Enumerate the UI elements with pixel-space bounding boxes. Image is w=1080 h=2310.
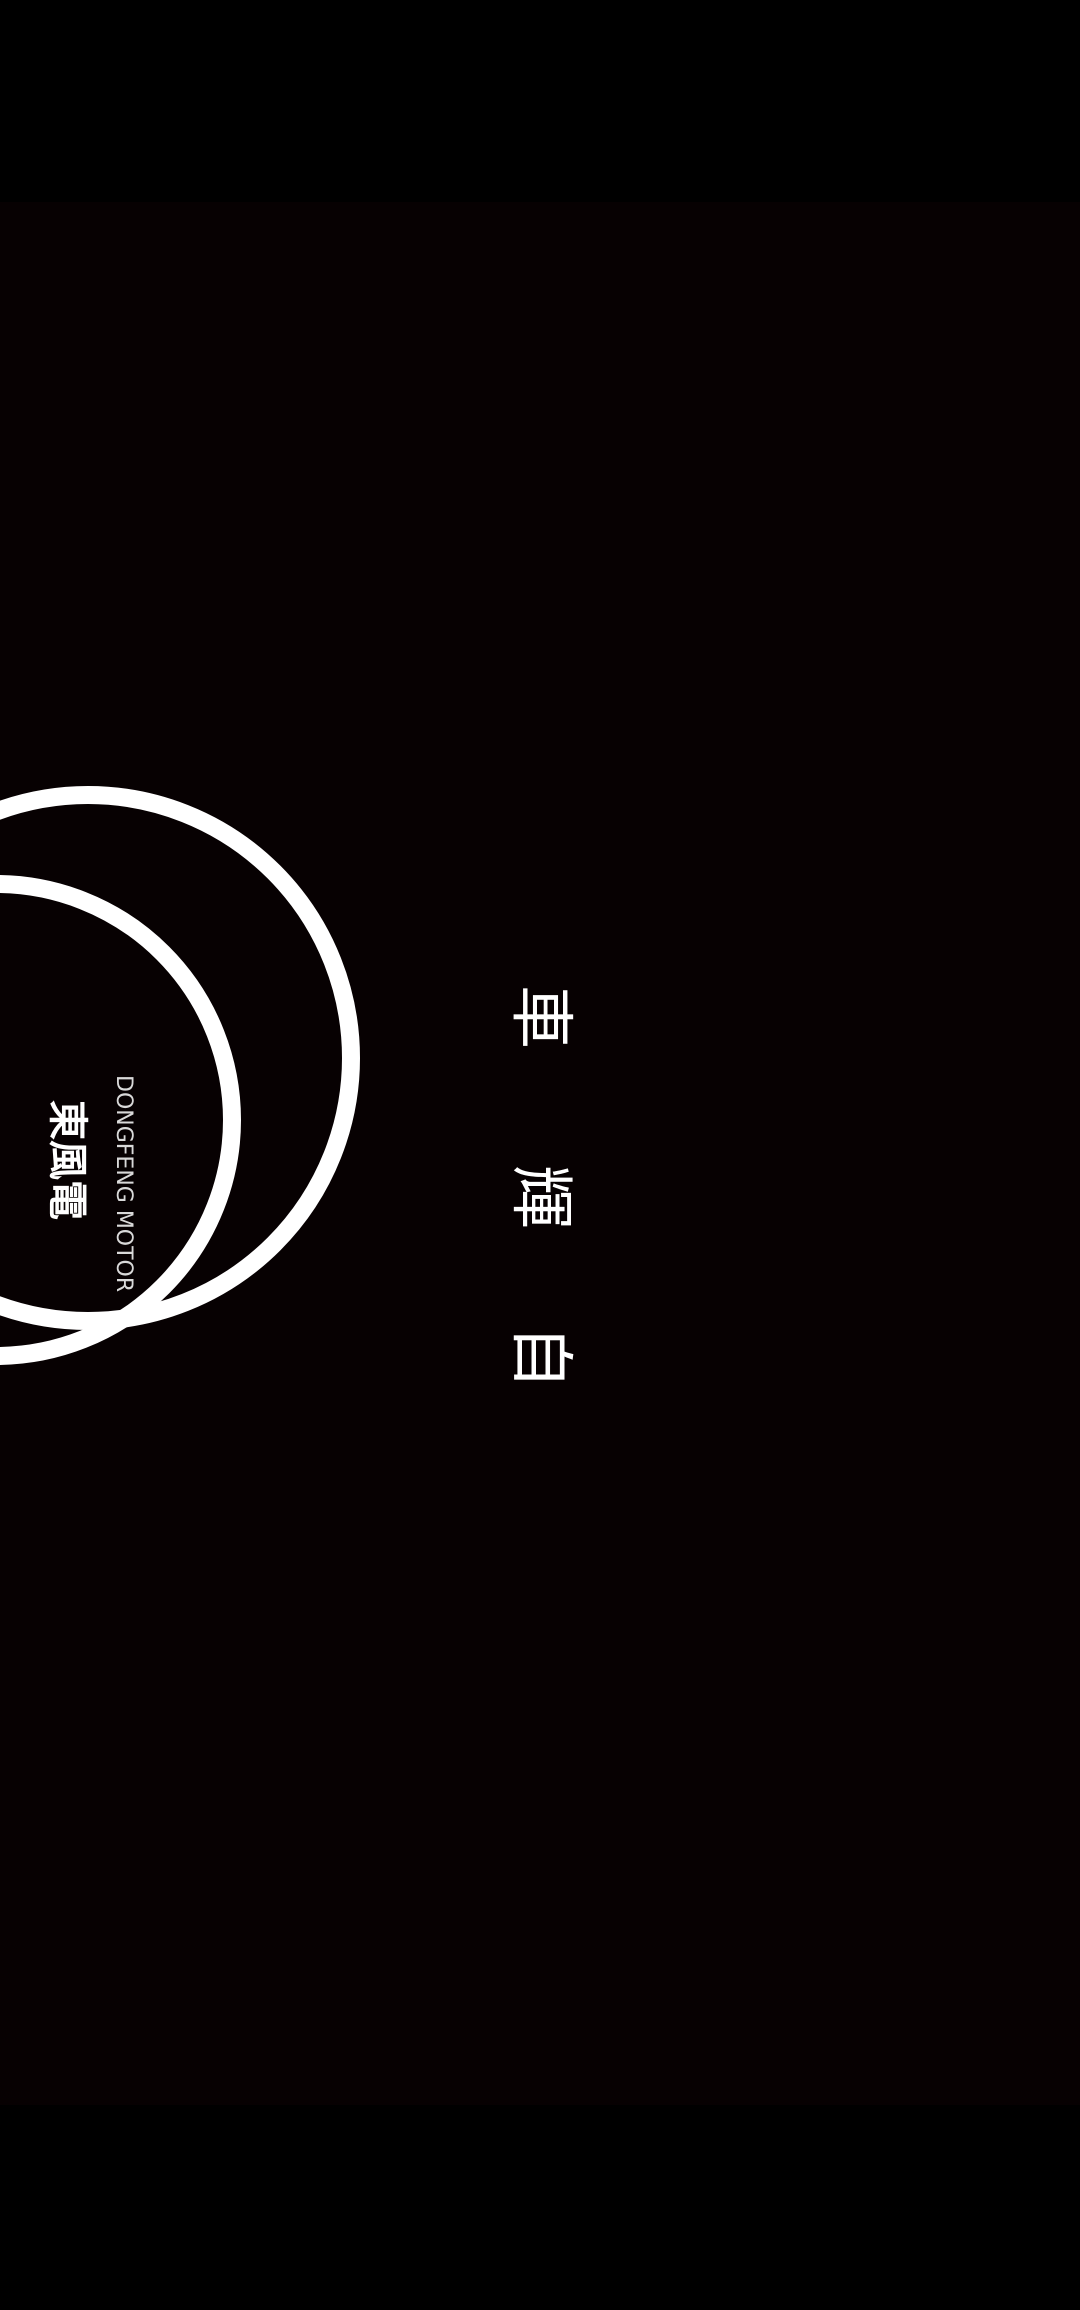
title-glyph-1: 車 bbox=[503, 985, 577, 1049]
bottom-letterbox bbox=[0, 2105, 1080, 2310]
video-frame[interactable]: 東風電 DONGFENG MOTOR 車 輝 自 bbox=[0, 202, 1080, 2105]
video-title-vertical: 車 輝 自 bbox=[495, 972, 585, 1532]
brand-logo: 東風電 DONGFENG MOTOR bbox=[20, 1062, 136, 1292]
top-letterbox bbox=[0, 0, 1080, 202]
title-glyph-2: 輝 bbox=[503, 1165, 577, 1229]
logo-main-text: 東風電 bbox=[44, 1100, 91, 1220]
logo-sub-text: DONGFENG MOTOR bbox=[111, 1075, 136, 1293]
title-glyph-3: 自 bbox=[503, 1325, 577, 1389]
